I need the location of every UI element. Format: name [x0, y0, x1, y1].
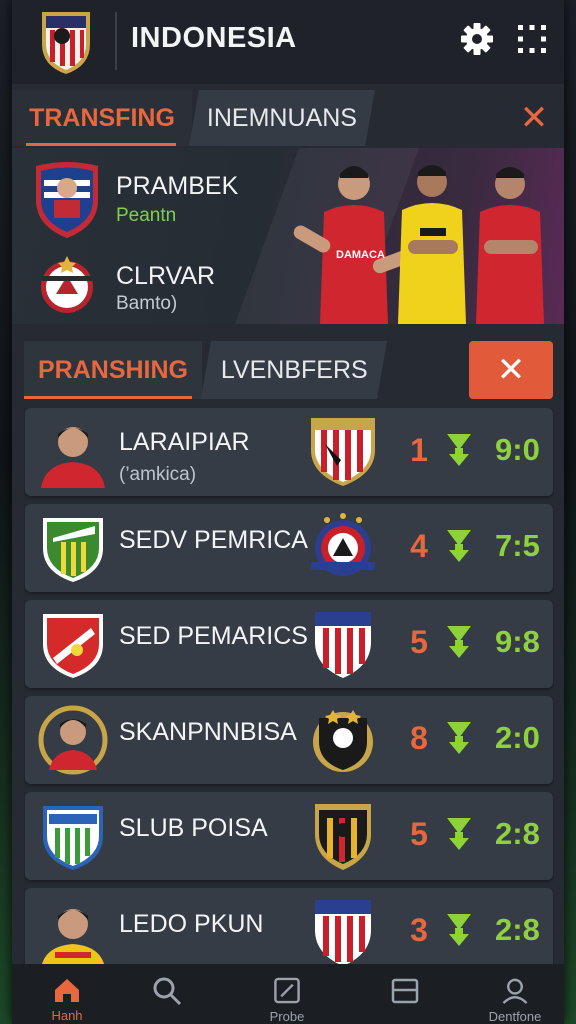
down-arrow-icon	[447, 914, 471, 946]
list-item[interactable]: SKANPNNBISA 8 2:0	[25, 696, 553, 784]
profile-icon	[502, 978, 528, 1004]
close-button[interactable]: ✕	[469, 341, 553, 399]
close-icon[interactable]: ✕	[512, 90, 556, 146]
nav-label: Hanh	[51, 1008, 83, 1023]
team-crest-icon	[42, 12, 90, 74]
bottom-nav: Hanh Probe Dentfone	[12, 964, 564, 1024]
nav-search[interactable]	[112, 964, 222, 1024]
app-frame: INDONESIA TRANSFING INEMNUANS ✕ PRAMBEK …	[12, 0, 564, 1024]
featured-club-name: CLRVAR	[116, 262, 216, 290]
player-avatar	[41, 427, 105, 488]
club-crest-icon	[313, 710, 373, 772]
tab-inemnuans[interactable]: INEMNUANS	[189, 90, 375, 146]
row-name: SLUB POISA	[119, 814, 268, 842]
shirt-sponsor-text: DAMACA	[336, 249, 385, 261]
home-icon	[55, 979, 79, 1002]
app-header: INDONESIA	[12, 0, 564, 84]
tab-active-indicator	[24, 396, 192, 399]
list-item[interactable]: SED PEMARICS 5 9:8	[25, 600, 553, 688]
list-item[interactable]: LEDO PKUN 3 2:8	[25, 888, 553, 976]
gear-icon[interactable]	[460, 22, 494, 56]
row-score: 9:8	[495, 624, 540, 659]
featured-transfer-panel: PRAMBEK Peantn CLRVAR Bamto) DAMACA	[12, 148, 564, 324]
down-arrow-icon	[447, 434, 471, 466]
tab-label: TRANSFING	[29, 103, 175, 132]
down-arrow-icon	[447, 626, 471, 658]
club-crest-icon	[315, 612, 371, 678]
list-icon	[391, 978, 419, 1004]
row-score: 7:5	[495, 528, 540, 563]
row-rank: 8	[410, 720, 428, 756]
players-illustration: DAMACA	[293, 165, 544, 324]
club-crest-icon	[315, 804, 371, 870]
tab-pranshing[interactable]: PRANSHING	[24, 341, 202, 399]
list-item[interactable]: SEDV PEMRICA 4 7:5	[25, 504, 553, 592]
row-score: 2:8	[495, 912, 540, 947]
club-badge-icon	[43, 806, 103, 870]
down-arrow-icon	[447, 530, 471, 562]
tab-label: LVENBFERS	[220, 355, 368, 384]
club-crest-icon	[315, 900, 371, 966]
player-avatar	[41, 909, 105, 968]
club-badge-icon	[43, 518, 103, 582]
tab-active-indicator	[26, 143, 176, 146]
nav-club[interactable]	[350, 964, 460, 1024]
row-rank: 5	[410, 624, 428, 660]
nav-home[interactable]: Hanh	[12, 964, 122, 1024]
row-name: LEDO PKUN	[119, 910, 264, 938]
nav-probe[interactable]: Probe	[232, 964, 342, 1024]
row-sub: (’amkica)	[119, 464, 197, 485]
tab-label: PRANSHING	[37, 355, 188, 384]
club-crest-icon	[311, 418, 375, 486]
player-avatar	[38, 705, 108, 775]
row-rank: 3	[410, 912, 428, 948]
club-badge-icon	[43, 614, 103, 678]
row-rank: 4	[410, 528, 428, 564]
club-badge-icon	[41, 256, 93, 313]
row-rank: 1	[410, 432, 428, 468]
featured-player-sub: Peantn	[116, 205, 177, 226]
page-title: INDONESIA	[131, 22, 297, 54]
search-icon	[153, 977, 182, 1006]
tab-transfing[interactable]: TRANSFING	[12, 90, 192, 146]
row-name: SED PEMARICS	[119, 622, 308, 650]
row-score: 2:8	[495, 816, 540, 851]
list-item[interactable]: SLUB POISA 5 2:8	[25, 792, 553, 880]
tab-label: INEMNUANS	[206, 103, 357, 132]
row-score: 9:0	[495, 432, 540, 467]
down-arrow-icon	[447, 722, 471, 754]
tab-lvenbfers[interactable]: LVENBFERS	[200, 341, 388, 399]
close-icon: ✕	[496, 351, 526, 389]
featured-player-name: PRAMBEK	[116, 172, 239, 200]
down-arrow-icon	[447, 818, 471, 850]
nav-label: Dentfone	[488, 1009, 542, 1024]
top-tab-bar: TRANSFING INEMNUANS ✕	[12, 90, 564, 146]
grid-dots-icon[interactable]	[515, 22, 549, 56]
player-badge-icon	[36, 162, 98, 238]
edit-icon	[274, 977, 300, 1004]
row-score: 2:0	[495, 720, 540, 755]
nav-label: Probe	[269, 1009, 305, 1024]
header-divider	[115, 12, 117, 70]
row-name: SKANPNNBISA	[119, 718, 297, 746]
row-name: LARAIPIAR	[119, 428, 250, 456]
featured-club-sub: Bamto)	[116, 293, 178, 314]
list-item[interactable]: LARAIPIAR (’amkica) 1 9:0	[25, 408, 553, 496]
club-crest-icon	[311, 513, 375, 576]
row-rank: 5	[410, 816, 428, 852]
nav-profile[interactable]: Dentfone	[460, 964, 570, 1024]
row-name: SEDV PEMRICA	[119, 526, 308, 554]
